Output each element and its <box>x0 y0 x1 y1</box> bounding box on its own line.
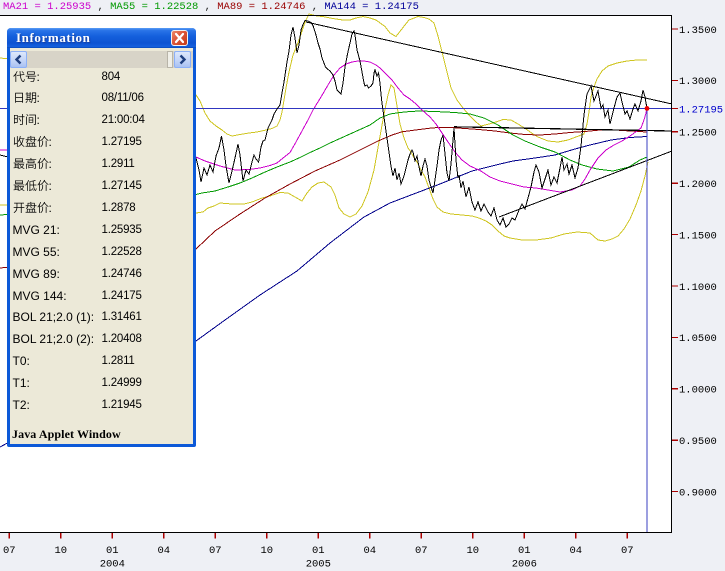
svg-text:0.9000: 0.9000 <box>679 487 717 499</box>
svg-text:2004: 2004 <box>100 559 125 571</box>
svg-text:0.9500: 0.9500 <box>679 436 717 448</box>
svg-text:04: 04 <box>569 545 582 557</box>
svg-text:1.27195: 1.27195 <box>679 104 723 116</box>
svg-text:1.1500: 1.1500 <box>679 230 717 242</box>
svg-text:10: 10 <box>260 545 273 557</box>
svg-text:04: 04 <box>157 545 170 557</box>
svg-text:1.2500: 1.2500 <box>679 128 717 140</box>
svg-text:2005: 2005 <box>306 559 331 571</box>
svg-text:07: 07 <box>621 545 634 557</box>
svg-text:1.1000: 1.1000 <box>679 282 717 294</box>
svg-text:07: 07 <box>3 545 16 557</box>
svg-text:1.2000: 1.2000 <box>679 179 717 191</box>
svg-text:1.0500: 1.0500 <box>679 333 717 345</box>
svg-text:10: 10 <box>466 545 479 557</box>
svg-text:01: 01 <box>312 545 325 557</box>
svg-text:1.3000: 1.3000 <box>679 76 717 88</box>
svg-text:04: 04 <box>363 545 376 557</box>
svg-text:01: 01 <box>518 545 531 557</box>
svg-text:07: 07 <box>415 545 428 557</box>
svg-text:01: 01 <box>106 545 119 557</box>
svg-text:1.0000: 1.0000 <box>679 385 717 397</box>
svg-text:2006: 2006 <box>512 559 537 571</box>
svg-text:10: 10 <box>54 545 67 557</box>
svg-text:07: 07 <box>209 545 222 557</box>
svg-text:1.3500: 1.3500 <box>679 25 717 37</box>
